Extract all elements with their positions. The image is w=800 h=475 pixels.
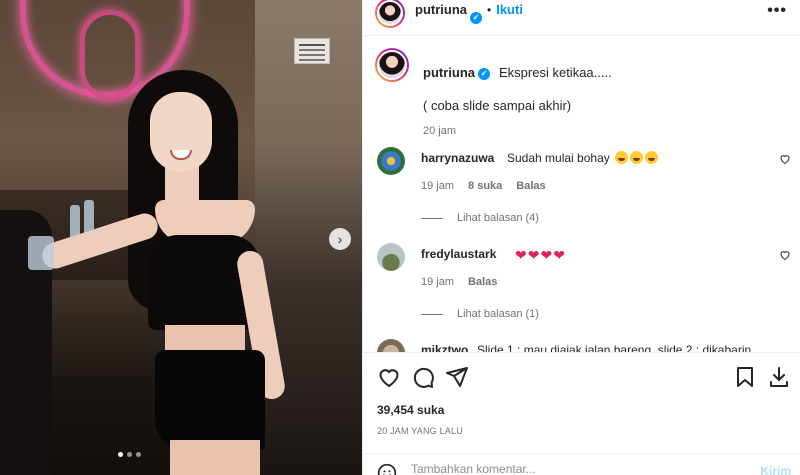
share-icon[interactable] — [445, 365, 469, 389]
verified-icon: ✓ — [470, 11, 482, 24]
caption-timestamp[interactable]: 20 jam — [423, 125, 456, 137]
comment-item: mikztwo Slide 1 : mau diajak jalan baren… — [377, 339, 797, 352]
view-replies-button[interactable]: Lihat balasan (1) — [421, 308, 539, 320]
add-comment-bar: Kirim — [363, 453, 800, 475]
post-header: putriuna ✓ • Ikuti ••• — [363, 0, 800, 36]
comment-text: Sudah mulai bohay — [507, 151, 659, 165]
post-actions: 39,454 suka 20 JAM YANG LALU Kirim — [363, 352, 800, 475]
comment-username[interactable]: mikztwo — [421, 343, 468, 352]
avatar[interactable] — [375, 0, 405, 28]
laughing-emoji-icon — [630, 151, 644, 164]
caption-text: Ekspresi ketikaa..... — [499, 65, 612, 80]
carousel-dot — [136, 452, 141, 457]
red-heart-emoji-icon: ❤ — [527, 247, 540, 263]
post-photo[interactable]: › — [0, 0, 362, 475]
follow-button[interactable]: Ikuti — [496, 2, 523, 17]
author-username[interactable]: putriuna — [415, 2, 467, 17]
glass — [28, 236, 54, 270]
photo-subject — [155, 350, 265, 450]
avatar[interactable] — [377, 243, 405, 271]
wall-notice — [294, 38, 330, 64]
comment-meta: 19 jam 8 suka Balas — [421, 180, 546, 192]
carousel-dot — [118, 452, 123, 457]
post-panel: putriuna ✓ • Ikuti ••• putriuna ✓ Ekspres… — [362, 0, 800, 475]
comment-likes[interactable]: 8 suka — [468, 180, 502, 192]
download-icon[interactable] — [767, 365, 791, 389]
red-heart-emoji-icon: ❤ — [540, 247, 553, 263]
send-button[interactable]: Kirim — [760, 464, 791, 475]
comments-section[interactable]: putriuna ✓ Ekspresi ketikaa..... ( coba s… — [363, 36, 800, 352]
comment-meta: 19 jam Balas — [421, 276, 497, 288]
comment-item: fredylaustark ❤❤❤❤ 19 jam Balas Lihat ba… — [377, 243, 797, 323]
reply-button[interactable]: Balas — [468, 276, 497, 288]
neon-sign — [80, 10, 140, 100]
avatar[interactable] — [377, 147, 405, 175]
red-heart-emoji-icon: ❤ — [515, 247, 527, 263]
comment-input[interactable] — [411, 462, 711, 475]
more-options-icon[interactable]: ••• — [767, 2, 787, 20]
caption-text: ( coba slide sampai akhir) — [423, 98, 572, 113]
laughing-emoji-icon — [615, 151, 629, 164]
comment-item: harrynazuwa Sudah mulai bohay 19 jam 8 s… — [377, 147, 797, 227]
avatar[interactable] — [377, 339, 405, 352]
view-replies-button[interactable]: Lihat balasan (4) — [421, 212, 539, 224]
comment-username[interactable]: fredylaustark — [421, 247, 496, 261]
post-timestamp: 20 JAM YANG LALU — [377, 426, 463, 436]
next-arrow-icon[interactable]: › — [329, 228, 351, 250]
heart-icon[interactable] — [377, 365, 401, 389]
verified-icon: ✓ — [478, 67, 490, 80]
comment-text: ❤❤❤❤ — [514, 247, 565, 264]
comment-timestamp[interactable]: 19 jam — [421, 276, 454, 288]
bookmark-icon[interactable] — [733, 365, 757, 389]
action-icons — [375, 365, 791, 391]
caption-username[interactable]: putriuna ✓ — [423, 65, 490, 80]
avatar[interactable] — [375, 48, 409, 82]
red-heart-emoji-icon: ❤ — [553, 247, 565, 263]
emoji-icon[interactable] — [377, 463, 397, 475]
carousel-indicator — [118, 452, 141, 457]
comment-timestamp[interactable]: 19 jam — [421, 180, 454, 192]
comment-icon[interactable] — [411, 365, 435, 389]
reply-button[interactable]: Balas — [516, 180, 545, 192]
likes-count[interactable]: 39,454 suka — [377, 403, 444, 417]
laughing-emoji-icon — [645, 151, 659, 164]
comment-username[interactable]: harrynazuwa — [421, 151, 494, 165]
separator-dot: • — [487, 2, 492, 17]
heart-icon[interactable] — [779, 153, 791, 165]
comment-text: Slide 1 : mau diajak jalan bareng, slide… — [477, 343, 762, 352]
photo-subject — [170, 440, 260, 475]
carousel-dot — [127, 452, 132, 457]
heart-icon[interactable] — [779, 249, 791, 261]
photo-subject — [150, 92, 212, 172]
